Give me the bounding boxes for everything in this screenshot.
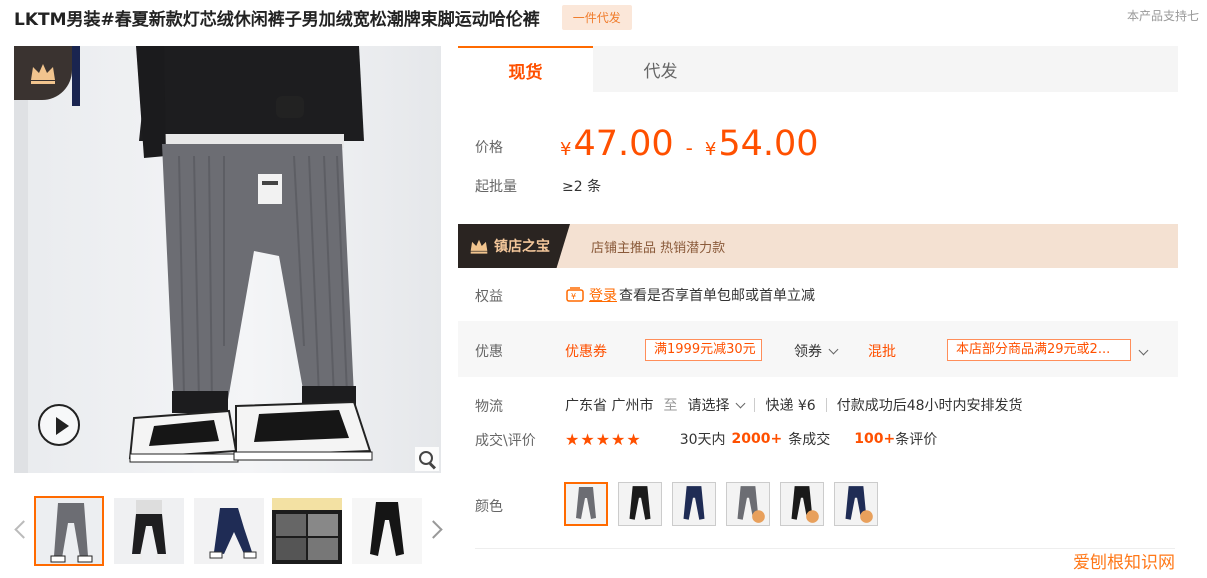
product-title: LKTM男装#春夏新款灯芯绒休闲裤子男加绒宽松潮牌束脚运动哈伦裤 bbox=[14, 9, 540, 30]
price-range: ¥ 47.00 - ¥ 54.00 bbox=[560, 124, 819, 164]
logistics-row: 广东省 广州市 至 请选择 快递 ¥6 付款成功后48小时内安排发货 bbox=[565, 395, 1023, 415]
ship-to-word: 至 bbox=[663, 398, 678, 414]
review-count[interactable]: 100+ bbox=[854, 431, 895, 447]
thumbnail-item[interactable] bbox=[34, 496, 104, 566]
color-swatch-grey[interactable] bbox=[564, 482, 608, 526]
review-suffix: 条评价 bbox=[895, 432, 938, 448]
deals-count[interactable]: 2000+ bbox=[732, 431, 783, 447]
color-swatch-navy-fleece[interactable] bbox=[834, 482, 878, 526]
thumbnail-item[interactable] bbox=[272, 498, 342, 564]
get-coupon-label: 领券 bbox=[794, 344, 822, 360]
reviews-label: 成交\评价 bbox=[475, 433, 536, 449]
batch-type: 混批 bbox=[868, 344, 896, 360]
title-bar: LKTM男装#春夏新款灯芯绒休闲裤子男加绒宽松潮牌束脚运动哈伦裤 一件代发 bbox=[14, 0, 632, 34]
treasure-desc: 店铺主推品 热销潜力款 bbox=[591, 241, 726, 256]
star-icon: ★★★★★ bbox=[565, 429, 642, 449]
rights-row: ¥ 登录 查看是否享首单包邮或首单立减 bbox=[566, 285, 815, 305]
chevron-left-icon[interactable] bbox=[14, 518, 28, 542]
play-icon[interactable] bbox=[38, 404, 80, 446]
tab-in-stock[interactable]: 现货 bbox=[458, 46, 593, 92]
treasure-title: 镇店之宝 bbox=[494, 239, 550, 255]
coupon-pill[interactable]: 满1999元减30元 bbox=[645, 339, 762, 361]
stock-tabs: 现货 代发 bbox=[458, 46, 1178, 92]
coupon-icon: ¥ bbox=[566, 287, 584, 302]
tab-dropship[interactable]: 代发 bbox=[593, 46, 728, 92]
price-min: 47.00 bbox=[573, 124, 674, 164]
deals-suffix: 条成交 bbox=[788, 432, 831, 448]
zoom-icon[interactable] bbox=[415, 447, 439, 471]
treasure-badge: 镇店之宝 bbox=[458, 224, 570, 268]
rights-label: 权益 bbox=[475, 289, 503, 305]
support-note: 本产品支持七 bbox=[1127, 9, 1200, 23]
destination-select[interactable]: 请选择 bbox=[687, 395, 746, 415]
dispatch-time: 付款成功后48小时内安排发货 bbox=[836, 398, 1023, 414]
chevron-right-icon[interactable] bbox=[429, 518, 443, 542]
crown-icon bbox=[470, 239, 488, 254]
chevron-down-icon bbox=[736, 398, 746, 409]
divider bbox=[825, 398, 827, 412]
color-swatches bbox=[564, 482, 888, 526]
thumbnail-item[interactable] bbox=[194, 498, 264, 564]
deals-prefix: 30天内 bbox=[679, 432, 726, 448]
promo-label: 优惠 bbox=[475, 344, 503, 360]
section-divider bbox=[475, 548, 1175, 549]
main-product-image[interactable] bbox=[14, 46, 441, 473]
divider bbox=[754, 398, 756, 412]
express-fee: 快递 ¥6 bbox=[765, 398, 816, 414]
currency-symbol: ¥ bbox=[560, 139, 572, 160]
thumbnail-item[interactable] bbox=[114, 498, 184, 564]
color-label: 颜色 bbox=[475, 499, 503, 515]
rights-text: 查看是否享首单包邮或首单立减 bbox=[619, 288, 815, 304]
price-max: 54.00 bbox=[718, 124, 819, 164]
store-treasure-banner: 镇店之宝 店铺主推品 热销潜力款 bbox=[458, 224, 1178, 268]
get-coupon-button[interactable]: 领券 bbox=[794, 341, 839, 361]
currency-symbol: ¥ bbox=[704, 139, 717, 160]
color-swatch-navy[interactable] bbox=[672, 482, 716, 526]
svg-text:¥: ¥ bbox=[571, 292, 576, 301]
color-swatch-grey-fleece[interactable] bbox=[726, 482, 770, 526]
logistics-label: 物流 bbox=[475, 399, 503, 415]
chevron-down-icon[interactable] bbox=[1138, 345, 1149, 356]
dropship-tag[interactable]: 一件代发 bbox=[561, 4, 632, 30]
pants-illustration bbox=[14, 46, 373, 473]
price-separator: - bbox=[685, 136, 693, 160]
thumbnail-item[interactable] bbox=[352, 498, 422, 564]
batch-pill[interactable]: 本店部分商品满29元或2... bbox=[947, 339, 1131, 361]
thumbnail-strip bbox=[14, 496, 444, 566]
promotion-bar: 优惠 优惠券 满1999元减30元 领券 混批 本店部分商品满29元或2... bbox=[458, 321, 1178, 377]
price-label: 价格 bbox=[475, 140, 503, 156]
color-swatch-black[interactable] bbox=[618, 482, 662, 526]
watermark: 爱刨根知识网 bbox=[1073, 553, 1175, 573]
destination-label: 请选择 bbox=[687, 398, 730, 414]
chevron-down-icon bbox=[828, 344, 839, 355]
moq-label: 起批量 bbox=[475, 179, 517, 195]
reviews-row: ★★★★★ 30天内 2000+ 条成交 100+ 条评价 bbox=[565, 429, 937, 449]
login-link[interactable]: 登录 bbox=[589, 285, 617, 305]
coupon-type: 优惠券 bbox=[565, 344, 607, 360]
color-swatch-black-fleece[interactable] bbox=[780, 482, 824, 526]
moq-value: ≥2 条 bbox=[562, 179, 602, 195]
ship-from: 广东省 广州市 bbox=[565, 398, 654, 414]
